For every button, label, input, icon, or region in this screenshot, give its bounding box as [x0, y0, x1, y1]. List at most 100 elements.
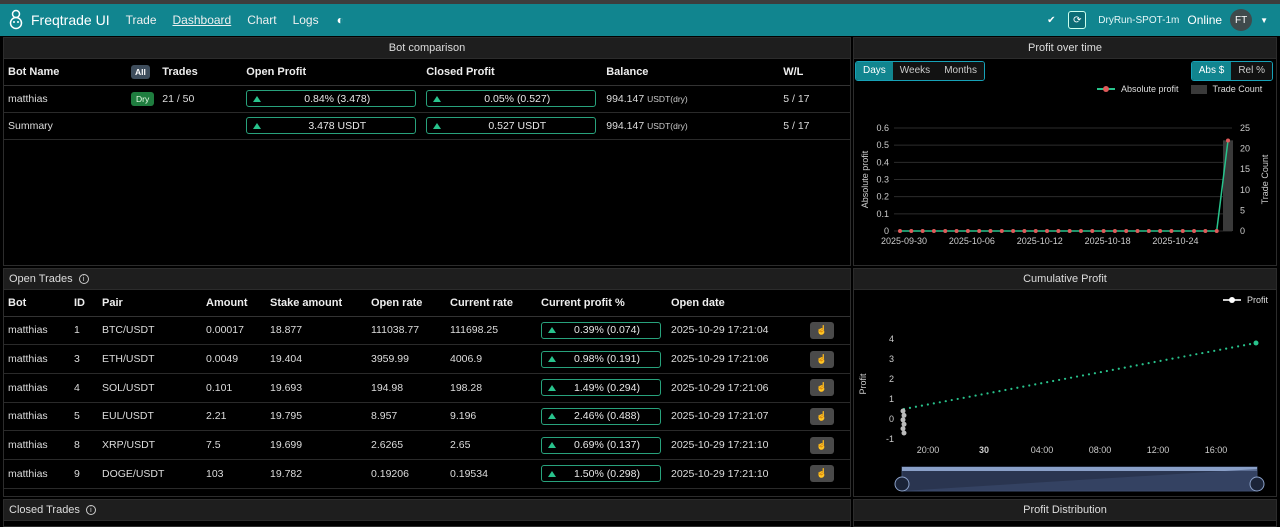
- y-tick-label: -1: [886, 434, 894, 444]
- col-open-rate: Open rate: [367, 290, 446, 317]
- pair-cell: XRP/USDT: [98, 430, 202, 460]
- absolute-profit-point: [1101, 229, 1106, 233]
- trade-actions-icon[interactable]: ☝: [810, 465, 834, 483]
- id-cell: 1: [70, 316, 98, 346]
- avatar[interactable]: FT: [1230, 9, 1253, 31]
- checkmark-icon[interactable]: ✔: [1042, 11, 1060, 29]
- col-wl: W/L: [779, 59, 850, 86]
- col-closed-profit: Closed Profit: [422, 59, 603, 86]
- absolute-profit-point: [1090, 229, 1095, 233]
- profit-point: [992, 391, 995, 394]
- profit-point: [1034, 383, 1037, 386]
- amount-cell: 0.101: [202, 373, 266, 403]
- absolute-profit-point: [898, 229, 902, 233]
- up-arrow-icon: [548, 356, 556, 363]
- profit-point: [1219, 348, 1222, 351]
- nav-link-chart[interactable]: Chart: [247, 13, 276, 27]
- y-tick-label: 0.4: [876, 157, 889, 167]
- open-date-cell: 2025-10-29 17:21:04: [667, 316, 806, 346]
- bot-cell: matthias: [4, 344, 70, 374]
- absolute-profit-point: [954, 229, 959, 233]
- absolute-profit-point: [1226, 138, 1230, 143]
- trade-actions-icon[interactable]: ☝: [810, 321, 834, 339]
- y-tick-label: 0: [884, 226, 889, 236]
- open-rate-cell: 194.98: [367, 373, 446, 403]
- period-weeks-button[interactable]: Weeks: [892, 62, 938, 80]
- nav-link-trade[interactable]: Trade: [126, 13, 157, 27]
- zoom-handle-left: [894, 476, 910, 492]
- mode-rel-button[interactable]: Rel %: [1231, 62, 1272, 80]
- refresh-icon[interactable]: ⟳: [1068, 11, 1087, 29]
- absolute-profit-point: [943, 229, 948, 233]
- profit-point: [998, 390, 1001, 393]
- period-days-button[interactable]: Days: [856, 62, 893, 80]
- table-row[interactable]: matthias 5 EUL/USDT 2.21 19.795 8.957 9.196 2.4…: [4, 402, 850, 432]
- balance-unit: USDT(dry): [647, 93, 688, 104]
- profit-point: [1225, 347, 1228, 350]
- info-icon[interactable]: i: [78, 274, 89, 284]
- amount-cell: 103: [202, 459, 266, 489]
- absolute-profit-point: [1158, 229, 1163, 233]
- bot-comparison-table: Bot Name All Trades Open Profit Closed P…: [4, 59, 850, 140]
- mode-abs-button[interactable]: Abs $: [1191, 62, 1232, 80]
- trades-cell: 21 / 50: [158, 85, 243, 113]
- open-rate-cell: 111038.77: [367, 316, 446, 346]
- chevron-down-icon[interactable]: ▼: [1260, 16, 1268, 25]
- absolute-profit-point: [1203, 229, 1208, 233]
- amount-cell: 0.0049: [202, 344, 266, 374]
- up-arrow-icon: [548, 327, 556, 334]
- bot-name-cell: matthias: [4, 85, 127, 113]
- profit-point: [1052, 379, 1055, 383]
- profit-point: [950, 398, 953, 402]
- amount-cell: 2.21: [202, 402, 266, 432]
- absolute-profit-point: [988, 229, 993, 233]
- nav-link-logs[interactable]: Logs: [293, 13, 319, 27]
- y-tick-label: 0.3: [876, 175, 889, 185]
- trade-actions-icon[interactable]: ☝: [810, 407, 834, 425]
- summary-row: Summary 3.478 USDT 0.527 USDT 994.147 US…: [4, 112, 850, 140]
- bot-status: Online: [1187, 13, 1223, 27]
- profit-point: [1087, 373, 1091, 376]
- brand[interactable]: Freqtrade UI: [6, 9, 110, 31]
- trade-actions-icon[interactable]: ☝: [810, 379, 834, 397]
- profit-point: [1063, 377, 1067, 380]
- open-profit-pill: 0.84% (3.478): [246, 90, 417, 107]
- open-rate-cell: 2.6265: [367, 430, 446, 460]
- all-button[interactable]: All: [131, 64, 150, 79]
- profit-point: [932, 402, 935, 405]
- table-row[interactable]: matthias 4 SOL/USDT 0.101 19.693 194.98 198.28…: [4, 373, 850, 403]
- y2-tick-label: 25: [1240, 123, 1250, 133]
- closed-profit-pill: 0.527 USDT: [426, 117, 597, 134]
- id-cell: 3: [70, 344, 98, 374]
- navbar: Freqtrade UI Trade Dashboard Chart Logs …: [0, 4, 1280, 36]
- current-profit-pill: 0.98% (0.191): [541, 350, 661, 368]
- open-date-cell: 2025-10-29 17:21:10: [667, 430, 806, 460]
- panel-title: Profit over time: [854, 38, 1276, 59]
- period-months-button[interactable]: Months: [937, 62, 984, 80]
- profit-point: [956, 397, 959, 401]
- table-row[interactable]: matthias 8 XRP/USDT 7.5 19.699 2.6265 2.65 0.69…: [4, 430, 850, 460]
- profit-point: [1117, 367, 1120, 370]
- trade-actions-icon[interactable]: ☝: [810, 350, 834, 368]
- profit-point: [1147, 362, 1150, 365]
- current-profit-pill: 2.46% (0.488): [541, 407, 661, 425]
- profit-point: [1016, 386, 1019, 389]
- table-row[interactable]: matthias 1 BTC/USDT 0.00017 18.877 111038.77 1…: [4, 316, 850, 346]
- current-rate-cell: 9.196: [446, 402, 537, 432]
- table-row[interactable]: matthias 3 ETH/USDT 0.0049 19.404 3959.99 4006…: [4, 344, 850, 374]
- table-row[interactable]: matthias Dry 21 / 50 0.84% (3.478) 0.05%…: [4, 85, 850, 113]
- x-tick-label: 04:00: [1031, 445, 1054, 455]
- nav-link-dashboard[interactable]: Dashboard: [173, 13, 232, 27]
- profit-cluster-point: [900, 408, 906, 414]
- pair-cell: BTC/USDT: [98, 316, 202, 346]
- open-profit-value: 3.478 USDT: [308, 119, 367, 132]
- pair-cell: SOL/USDT: [98, 373, 202, 403]
- theme-toggle-icon[interactable]: ◐: [337, 13, 344, 27]
- profit-point: [1010, 387, 1013, 390]
- col-bot: Bot: [4, 290, 70, 317]
- info-icon[interactable]: i: [85, 505, 96, 515]
- table-row[interactable]: matthias 9 DOGE/USDT 103 19.782 0.19206 0.1953…: [4, 459, 850, 489]
- profit-point: [1123, 366, 1126, 369]
- y2-tick-label: 5: [1240, 205, 1245, 215]
- trade-actions-icon[interactable]: ☝: [810, 436, 834, 454]
